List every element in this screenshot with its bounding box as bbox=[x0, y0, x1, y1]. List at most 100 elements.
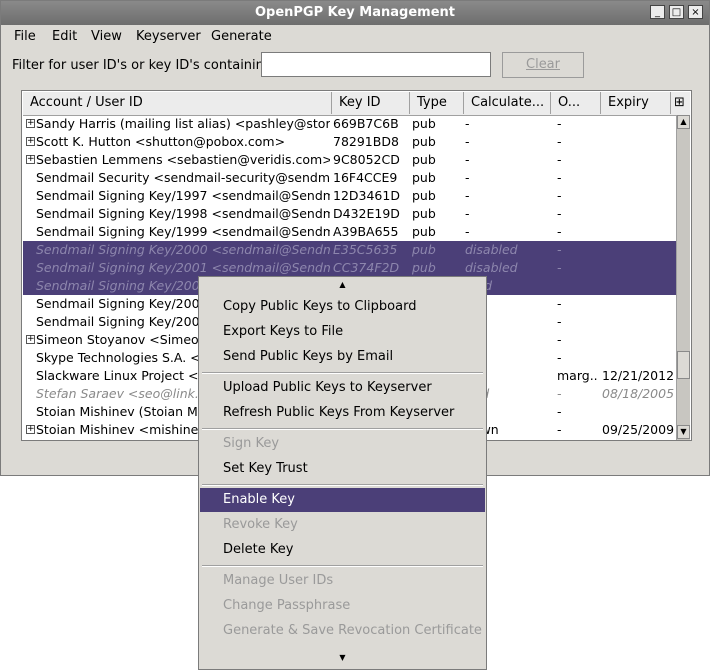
cell-keyid: 669B7C6B bbox=[333, 116, 399, 131]
cell-owner: - bbox=[557, 350, 562, 365]
clear-button-label: Clear bbox=[526, 57, 560, 72]
filter-label: Filter for user ID's or key ID's contain… bbox=[12, 58, 277, 73]
cell-type: pub bbox=[412, 260, 436, 275]
maximize-button[interactable]: □ bbox=[669, 5, 684, 19]
minimize-button[interactable]: _ bbox=[650, 5, 665, 19]
filter-input[interactable] bbox=[261, 52, 491, 77]
menu-separator bbox=[202, 484, 483, 486]
expand-icon[interactable]: + bbox=[26, 335, 35, 344]
menu-view[interactable]: View bbox=[91, 29, 122, 44]
table-row[interactable]: + Sebastien Lemmens <sebastien@veridis.co… bbox=[23, 151, 676, 169]
col-header-key-id[interactable]: Key ID bbox=[332, 92, 410, 114]
cell-type: pub bbox=[412, 116, 436, 131]
menu-separator bbox=[202, 372, 483, 374]
menu-item-export-keys-to-file[interactable]: Export Keys to File bbox=[200, 320, 485, 344]
close-button[interactable]: × bbox=[688, 5, 703, 19]
cell-uid: Sendmail Signing Key/2001 <sendmail@Send… bbox=[36, 260, 330, 275]
expand-icon[interactable]: + bbox=[26, 119, 35, 128]
expand-icon[interactable]: + bbox=[26, 425, 35, 434]
menu-item-enable-key[interactable]: Enable Key bbox=[200, 488, 485, 512]
scroll-up-arrow-icon[interactable]: ▲ bbox=[677, 115, 690, 129]
menu-item-send-public-keys-by-email[interactable]: Send Public Keys by Email bbox=[200, 345, 485, 369]
cell-calc: - bbox=[465, 206, 470, 221]
table-row[interactable]: + Sandy Harris (mailing list alias) <pash… bbox=[23, 115, 676, 133]
cell-uid: Sendmail Signing Key/1999 <sendmail@Send… bbox=[36, 224, 330, 239]
expand-icon[interactable]: + bbox=[26, 137, 35, 146]
vertical-scrollbar[interactable]: ▲ ▼ bbox=[676, 115, 690, 440]
cell-type: pub bbox=[412, 170, 436, 185]
menu-bar: File Edit View Keyserver Generate bbox=[1, 26, 709, 48]
cell-uid: Sandy Harris (mailing list alias) <pashl… bbox=[36, 116, 330, 131]
cell-calc: - bbox=[465, 116, 470, 131]
context-scroll-down-icon[interactable]: ▼ bbox=[199, 653, 486, 662]
menu-item-manage-user-ids: Manage User IDs bbox=[223, 573, 334, 588]
cell-expiry: 12/21/2012 bbox=[602, 368, 674, 383]
cell-owner: - bbox=[557, 134, 562, 149]
cell-calc: disabled bbox=[465, 242, 518, 257]
menu-item-sign-key: Sign Key bbox=[223, 436, 280, 451]
menu-separator bbox=[202, 565, 483, 567]
cell-owner: - bbox=[557, 296, 562, 311]
cell-owner: - bbox=[557, 314, 562, 329]
table-row[interactable]: Sendmail Signing Key/2000 <sendmail@Send… bbox=[23, 241, 676, 259]
context-menu: ▲ Copy Public Keys to Clipboard Export Ke… bbox=[198, 276, 487, 670]
cell-owner: - bbox=[557, 116, 562, 131]
col-header-calculated[interactable]: Calculate... bbox=[464, 92, 551, 114]
cell-expiry: 09/25/2009 bbox=[602, 422, 674, 437]
title-bar[interactable]: OpenPGP Key Management _ □ × bbox=[1, 1, 709, 25]
cell-keyid: 9C8052CD bbox=[333, 152, 400, 167]
cell-owner: - bbox=[557, 188, 562, 203]
cell-type: pub bbox=[412, 206, 436, 221]
cell-type: pub bbox=[412, 188, 436, 203]
col-header-type[interactable]: Type bbox=[410, 92, 464, 114]
cell-owner: - bbox=[557, 206, 562, 221]
cell-keyid: D432E19D bbox=[333, 206, 400, 221]
cell-keyid: E35C5635 bbox=[333, 242, 398, 257]
table-row[interactable]: Sendmail Signing Key/1998 <sendmail@Send… bbox=[23, 205, 676, 223]
scroll-thumb[interactable] bbox=[677, 351, 690, 379]
menu-item-upload-public-keys-to-keyserver[interactable]: Upload Public Keys to Keyserver bbox=[200, 376, 485, 400]
menu-item-refresh-public-keys-from-keyserver[interactable]: Refresh Public Keys From Keyserver bbox=[200, 401, 485, 425]
context-scroll-up-icon[interactable]: ▲ bbox=[199, 280, 486, 289]
cell-owner: - bbox=[557, 260, 562, 275]
menu-item-delete-key[interactable]: Delete Key bbox=[200, 538, 485, 562]
cell-owner: marg... bbox=[557, 368, 597, 383]
cell-uid: Sendmail Signing Key/1998 <sendmail@Send… bbox=[36, 206, 330, 221]
cell-keyid: CC374F2D bbox=[333, 260, 400, 275]
cell-uid: Sendmail Signing Key/2000 <sendmail@Send… bbox=[36, 242, 330, 257]
col-header-owner[interactable]: O... bbox=[551, 92, 601, 114]
cell-type: pub bbox=[412, 152, 436, 167]
table-row[interactable]: Sendmail Signing Key/2001 <sendmail@Send… bbox=[23, 259, 676, 277]
cell-owner: - bbox=[557, 242, 562, 257]
cell-owner: - bbox=[557, 422, 562, 437]
table-row[interactable]: Sendmail Signing Key/1997 <sendmail@Send… bbox=[23, 187, 676, 205]
table-row[interactable]: Sendmail Security <sendmail-security@sen… bbox=[23, 169, 676, 187]
table-row[interactable]: Sendmail Signing Key/1999 <sendmail@Send… bbox=[23, 223, 676, 241]
cell-keyid: 16F4CCE9 bbox=[333, 170, 398, 185]
cell-calc: - bbox=[465, 170, 470, 185]
cell-type: pub bbox=[412, 134, 436, 149]
column-picker-icon[interactable]: ⊞ bbox=[671, 92, 690, 114]
menu-file[interactable]: File bbox=[14, 29, 36, 44]
cell-keyid: 12D3461D bbox=[333, 188, 400, 203]
cell-owner: - bbox=[557, 170, 562, 185]
menu-keyserver[interactable]: Keyserver bbox=[136, 29, 201, 44]
expand-icon[interactable]: + bbox=[26, 155, 35, 164]
cell-keyid: A39BA655 bbox=[333, 224, 399, 239]
table-row[interactable]: + Scott K. Hutton <shutton@pobox.com> 7829… bbox=[23, 133, 676, 151]
col-header-expiry[interactable]: Expiry bbox=[601, 92, 671, 114]
cell-uid: Scott K. Hutton <shutton@pobox.com> bbox=[36, 134, 286, 149]
cell-calc: disabled bbox=[465, 260, 518, 275]
cell-owner: - bbox=[557, 332, 562, 347]
menu-generate[interactable]: Generate bbox=[211, 29, 272, 44]
menu-edit[interactable]: Edit bbox=[52, 29, 77, 44]
clear-button[interactable]: Clear bbox=[502, 52, 584, 78]
cell-type: pub bbox=[412, 242, 436, 257]
scroll-down-arrow-icon[interactable]: ▼ bbox=[677, 425, 690, 439]
cell-uid: Sendmail Security <sendmail-security@sen… bbox=[36, 170, 330, 185]
col-header-user-id[interactable]: Account / User ID bbox=[23, 92, 332, 114]
menu-item-copy-public-keys-to-clipboard[interactable]: Copy Public Keys to Clipboard bbox=[200, 295, 485, 319]
cell-owner: - bbox=[557, 152, 562, 167]
menu-item-set-key-trust[interactable]: Set Key Trust bbox=[200, 457, 485, 481]
cell-uid: Sendmail Signing Key/1997 <sendmail@Send… bbox=[36, 188, 330, 203]
